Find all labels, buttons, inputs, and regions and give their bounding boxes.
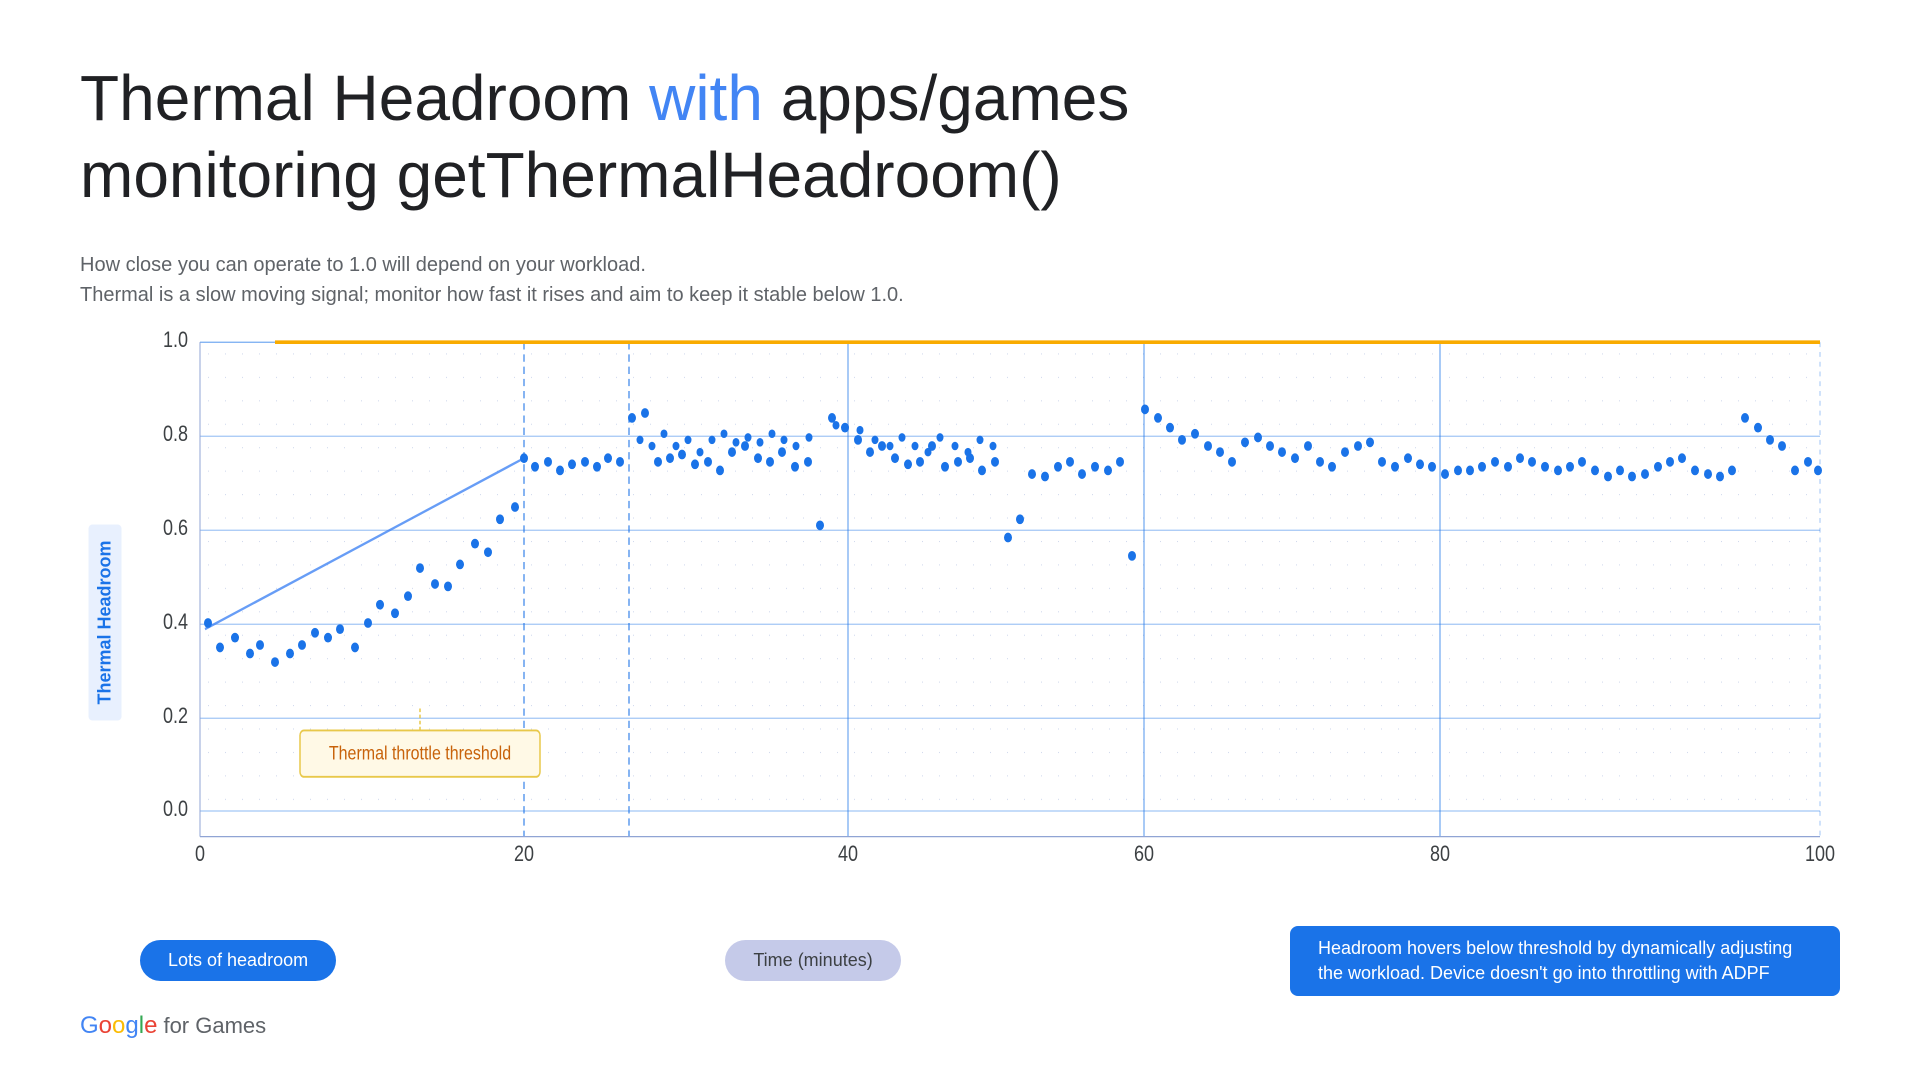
svg-text:0.6: 0.6: [163, 516, 188, 540]
time-minutes-label: Time (minutes): [725, 940, 900, 981]
lots-of-headroom-label: Lots of headroom: [140, 940, 336, 981]
y-axis-label-container: Thermal Headroom: [80, 330, 130, 916]
google-text: Google: [80, 1012, 157, 1040]
subtitle-line1: How close you can operate to 1.0 will de…: [80, 250, 1840, 280]
title-part1: Thermal Headroom: [80, 62, 649, 134]
adpf-description-label: Headroom hovers below threshold by dynam…: [1290, 926, 1840, 996]
g-letter-e: e: [144, 1012, 157, 1039]
title-line2: monitoring getThermalHeadroom(): [80, 139, 1062, 211]
g-letter-g: G: [80, 1012, 99, 1039]
main-title: Thermal Headroom with apps/games monitor…: [80, 60, 1840, 214]
svg-text:0.4: 0.4: [163, 610, 188, 634]
g-letter-g2: g: [125, 1012, 138, 1039]
g-letter-o1: o: [99, 1012, 112, 1039]
svg-text:Thermal throttle threshold: Thermal throttle threshold: [329, 742, 511, 764]
title-highlight: with: [649, 62, 763, 134]
google-logo: Google for Games: [80, 1012, 1840, 1040]
chart-section: Thermal Headroom: [80, 330, 1840, 996]
title-part2: apps/games: [763, 62, 1129, 134]
subtitle-area: How close you can operate to 1.0 will de…: [80, 250, 1840, 310]
bottom-labels: Lots of headroom Time (minutes) Headroom…: [140, 926, 1840, 996]
chart-wrapper: Thermal Headroom: [80, 330, 1840, 916]
g-letter-o2: o: [112, 1012, 125, 1039]
svg-text:80: 80: [1430, 842, 1450, 866]
svg-text:100: 100: [1805, 842, 1835, 866]
for-games-text: for Games: [163, 1013, 266, 1039]
svg-text:40: 40: [838, 842, 858, 866]
svg-text:1.0: 1.0: [163, 330, 188, 353]
svg-text:20: 20: [514, 842, 534, 866]
svg-text:0.0: 0.0: [163, 797, 188, 821]
chart-area: 1.0 0.8 0.6 0.4 0.2 0.0 0 20 40 60 80 10…: [140, 330, 1840, 916]
y-axis-label: Thermal Headroom: [89, 525, 122, 721]
svg-text:0.8: 0.8: [163, 422, 188, 446]
scatter-chart: 1.0 0.8 0.6 0.4 0.2 0.0 0 20 40 60 80 10…: [140, 330, 1840, 916]
svg-text:0: 0: [195, 842, 205, 866]
subtitle-line2: Thermal is a slow moving signal; monitor…: [80, 280, 1840, 310]
title-area: Thermal Headroom with apps/games monitor…: [80, 60, 1840, 230]
svg-text:60: 60: [1134, 842, 1154, 866]
svg-text:0.2: 0.2: [163, 704, 188, 728]
